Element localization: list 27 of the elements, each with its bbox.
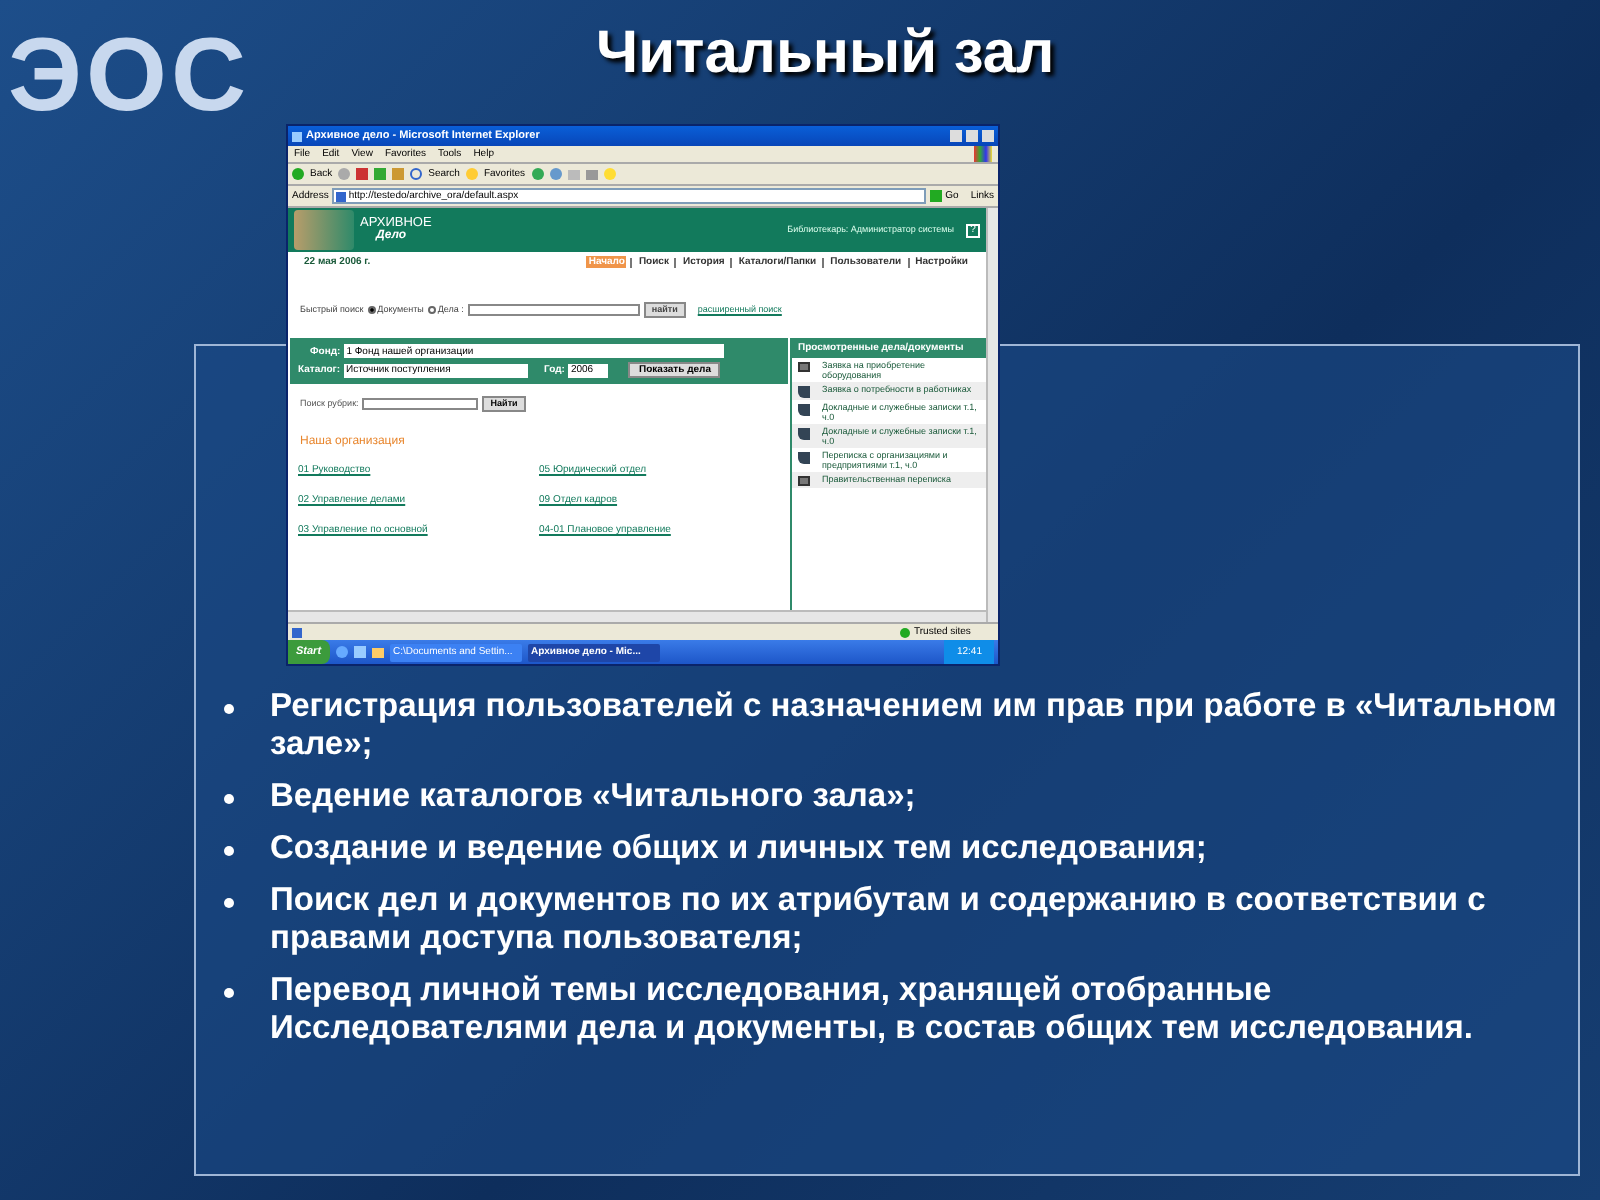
page-icon (292, 627, 302, 637)
bullet-text: Перевод личной темы исследования, хранящей отобранные Исследователями дела и документы, в состав общих тем исследования. (270, 972, 1475, 1048)
check-icon (900, 627, 910, 637)
bullet-icon (224, 846, 234, 856)
radio-button[interactable] (427, 306, 436, 314)
minimize-icon (950, 130, 962, 142)
close-icon (982, 130, 994, 142)
folder-icon (798, 362, 810, 372)
quick-search-field[interactable] (467, 304, 640, 316)
folder-icon (371, 647, 384, 657)
maximize-icon (966, 130, 978, 142)
bullet-text: Регистрация пользователей с назначением им прав при работе в «Читальном зале»; (270, 688, 1559, 764)
folder-icon (798, 476, 810, 486)
browser-icon (292, 131, 302, 141)
rubric-search-field[interactable] (362, 398, 479, 410)
logo: ЭОС (6, 16, 252, 128)
bullet-icon (224, 898, 234, 908)
radio-button[interactable] (367, 306, 376, 314)
bullet-text: Создание и ведение общих и личных тем исследования; (270, 830, 1207, 868)
bullet-text: Поиск дел и документов по их атрибутам и содержанию в соответствии с правами доступа пользователя; (270, 882, 1488, 958)
bullet-icon (224, 794, 234, 804)
bullet-icon (224, 988, 234, 998)
slide-title: Читальный зал (596, 24, 1055, 84)
bullet-text: Ведение каталогов «Читального зала»; (270, 778, 916, 816)
search-icon (410, 168, 423, 180)
page-icon (336, 191, 347, 201)
bullet-icon (224, 704, 234, 714)
